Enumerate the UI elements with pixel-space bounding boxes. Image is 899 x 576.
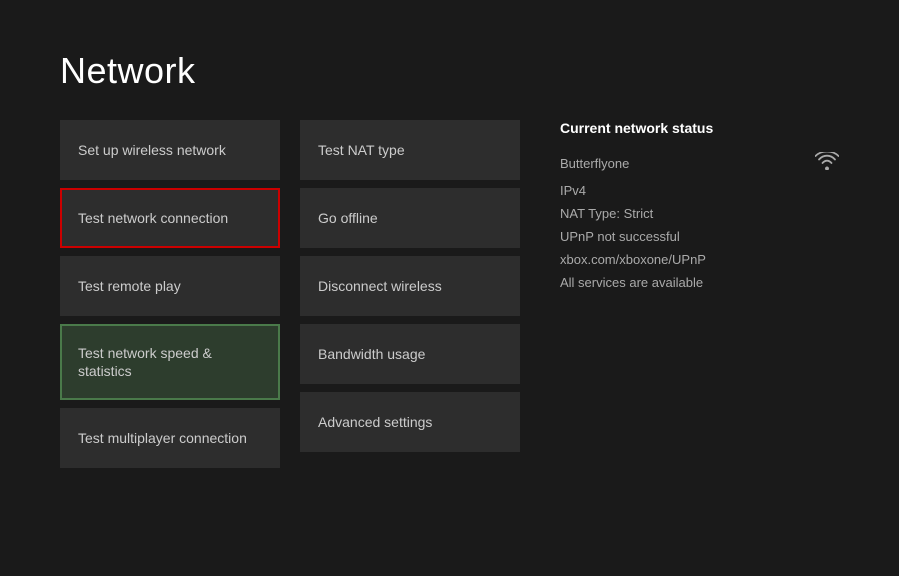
page-container: Network Set up wireless network Test net… <box>0 0 899 576</box>
menu-item-test-network-speed[interactable]: Test network speed & statistics <box>60 324 280 400</box>
content-area: Set up wireless network Test network con… <box>60 120 839 536</box>
menu-item-test-remote-play[interactable]: Test remote play <box>60 256 280 316</box>
menu-item-test-multiplayer[interactable]: Test multiplayer connection <box>60 408 280 468</box>
status-row-network-name: Butterflyone <box>560 148 839 179</box>
middle-column: Test NAT type Go offline Disconnect wire… <box>300 120 520 536</box>
wifi-icon <box>815 152 839 175</box>
menu-item-test-nat-type[interactable]: Test NAT type <box>300 120 520 180</box>
status-row-nat-type: NAT Type: Strict <box>560 202 839 225</box>
status-row-ipv4: IPv4 <box>560 179 839 202</box>
left-column: Set up wireless network Test network con… <box>60 120 280 536</box>
menu-item-test-network-connection[interactable]: Test network connection <box>60 188 280 248</box>
status-row-upnp: UPnP not successful <box>560 225 839 248</box>
status-row-services: All services are available <box>560 271 839 294</box>
status-services: All services are available <box>560 275 703 290</box>
menu-item-go-offline[interactable]: Go offline <box>300 188 520 248</box>
menu-item-bandwidth-usage[interactable]: Bandwidth usage <box>300 324 520 384</box>
page-title: Network <box>60 50 839 92</box>
status-row-upnp-url: xbox.com/xboxone/UPnP <box>560 248 839 271</box>
status-title: Current network status <box>560 120 839 136</box>
menu-item-advanced-settings[interactable]: Advanced settings <box>300 392 520 452</box>
right-column: Current network status Butterflyone IPv4 <box>540 120 839 536</box>
menu-item-disconnect-wireless[interactable]: Disconnect wireless <box>300 256 520 316</box>
status-upnp-status: UPnP not successful <box>560 229 680 244</box>
menu-item-setup-wireless[interactable]: Set up wireless network <box>60 120 280 180</box>
status-network-name: Butterflyone <box>560 156 629 171</box>
status-ip-version: IPv4 <box>560 183 586 198</box>
status-upnp-url: xbox.com/xboxone/UPnP <box>560 252 706 267</box>
status-section: Current network status Butterflyone IPv4 <box>560 120 839 294</box>
status-nat-type: NAT Type: Strict <box>560 206 653 221</box>
